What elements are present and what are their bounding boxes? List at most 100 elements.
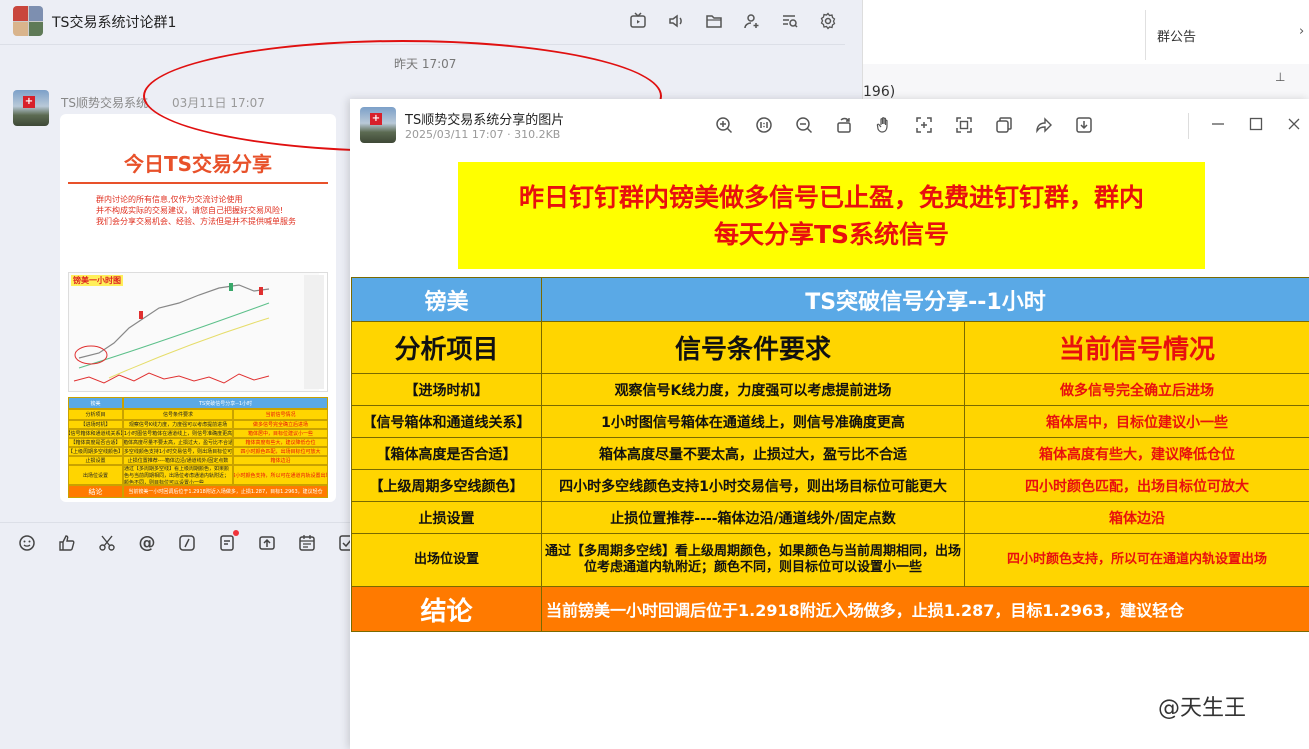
thumbnail-table-row: 出场位设置 通过【多周期多空线】看上级周期颜色，如果颜色与当前周期相同，出场位考… (68, 465, 328, 485)
viewer-sender-avatar: + (360, 107, 396, 143)
thumbnail-table-row: 止损设置 止损位置推荐----箱体边沿/通道线外/固定点数 箱体边沿 (68, 456, 328, 465)
thumbnail-cell: 观察信号K线力度，力度强可以考虑提前进场 (123, 420, 233, 429)
settings-icon[interactable] (818, 11, 838, 31)
banner-line-2: 每天分享TS系统信号 (713, 219, 950, 249)
background-window-divider (1145, 10, 1146, 60)
table-row: 【上级周期多空线颜色】 四小时多空线颜色支持1小时交易信号，则出场目标位可能更大… (351, 469, 1309, 502)
share-icon[interactable] (1034, 115, 1054, 135)
composer-toolbar: @ (17, 530, 357, 553)
crop-icon[interactable] (914, 115, 934, 135)
thumbnail-table-row: 分析项目 信号条件要求 当前信号情况 (68, 409, 328, 420)
table-row: 【信号箱体和通道线关系】 1小时图信号箱体在通道线上，则信号准确度更高 箱体居中… (351, 405, 1309, 438)
ocr-icon[interactable] (954, 115, 974, 135)
thumbnail-cell: 当前信号情况 (233, 409, 328, 420)
thumbnail-table-row: 【上级周期多空线颜色】 四小时多空线颜色支持1小时交易信号，则出场目标位可能更大… (68, 447, 328, 456)
image-message-thumbnail[interactable]: 今日TS交易分享 群内讨论的所有信息,仅作为交流讨论使用 并不构成实际的交易建议… (60, 114, 336, 502)
column-item: 分析项目 (351, 321, 542, 374)
thumbnail-table-row: 【信号箱体和通道线关系】 1小时图信号箱体在通道线上，则信号准确度更高 箱体居中… (68, 429, 328, 438)
copy-icon[interactable] (994, 115, 1014, 135)
group-avatar[interactable] (13, 6, 43, 36)
folder-icon[interactable] (704, 11, 724, 31)
thumbnail-chart: 镑美一小时图 (68, 272, 328, 392)
scissors-icon[interactable] (97, 533, 117, 553)
thumbnail-cell: 1小时图信号箱体在通道线上，则信号准确度更高 (123, 429, 233, 438)
conclusion-label: 结论 (351, 586, 542, 632)
thumbnail-cell: 出场位设置 (68, 465, 123, 485)
minimize-icon[interactable] (1208, 114, 1228, 134)
search-history-icon[interactable] (780, 11, 800, 31)
rotate-icon[interactable] (834, 115, 854, 135)
close-icon[interactable] (1284, 114, 1304, 134)
thumbnail-cell: 当前镑美一小时回调后位于1.2918附近入场做多，止损1.287，目标1.296… (123, 485, 328, 498)
column-condition: 信号条件要求 (541, 321, 965, 374)
thumbnail-table: 镑美 TS突破信号分享--1小时 分析项目 信号条件要求 当前信号情况 【进场时… (68, 397, 328, 498)
row-status: 做多信号完全确立后进场 (963, 373, 1309, 406)
thumbnail-table-row: 【进场时机】 观察信号K线力度，力度强可以考虑提前进场 做多信号完全确立后进场 (68, 420, 328, 429)
upload-icon[interactable] (257, 533, 277, 553)
row-status: 箱体边沿 (963, 501, 1309, 534)
chevron-right-icon[interactable]: › (1299, 24, 1304, 39)
background-partial-text: 196) (863, 84, 896, 100)
thumbnail-cell: 箱体边沿 (233, 456, 328, 465)
window-controls (1208, 114, 1304, 134)
speaker-icon[interactable] (666, 11, 686, 31)
thumbnail-cell: 四小时颜色支持，所以可在通道内轨设置出场 (233, 465, 328, 485)
thumbnail-cell: 通过【多周期多空线】看上级周期颜色，如果颜色与当前周期相同，出场位考虑通道内轨附… (123, 465, 233, 485)
note-icon[interactable] (217, 530, 239, 553)
maximize-icon[interactable] (1246, 114, 1266, 134)
watermark: @天生王 (1158, 696, 1247, 721)
thumbnail-chart-label: 镑美一小时图 (71, 275, 123, 286)
thumbnail-cell: 结论 (68, 485, 123, 498)
thumbnail-note-line: 群内讨论的所有信息,仅作为交流讨论使用 (96, 195, 243, 204)
banner-line-1: 昨日钉钉群内镑美做多信号已止盈，免费进钉钉群，群内 (518, 182, 1144, 212)
pin-icon[interactable]: ⊥ (1275, 70, 1285, 84)
row-condition: 箱体高度尽量不要太高，止损过大，盈亏比不合适 (541, 437, 965, 470)
image-viewer-window: + TS顺势交易系统分享的图片 2025/03/11 17:07 · 310.2… (350, 99, 1309, 749)
thumbnail-note-line: 我们会分享交易机会、经验、方法但是并不提供喊单服务 (96, 217, 296, 226)
row-item: 【箱体高度是否合适】 (351, 437, 542, 470)
sender-avatar[interactable]: + (13, 90, 49, 126)
poster-banner-text: 昨日钉钉群内镑美做多信号已止盈，免费进钉钉群，群内 每天分享TS系统信号 (462, 179, 1202, 253)
viewer-title: TS顺势交易系统分享的图片 (405, 113, 565, 128)
thumbnail-rule (68, 182, 328, 184)
thumbnail-cell: 分析项目 (68, 409, 123, 420)
download-icon[interactable] (1074, 115, 1094, 135)
actual-size-icon[interactable] (754, 115, 774, 135)
chat-title[interactable]: TS交易系统讨论群1 (52, 12, 176, 32)
thumbnail-cell: 箱体高度有些大，建议降低仓位 (233, 438, 328, 447)
thumbnail-table-row: 镑美 TS突破信号分享--1小时 (68, 397, 328, 409)
row-status: 箱体高度有些大，建议降低仓位 (963, 437, 1309, 470)
header-divider (0, 44, 845, 45)
row-item: 【上级周期多空线颜色】 (351, 469, 542, 502)
poster-banner: 昨日钉钉群内镑美做多信号已止盈，免费进钉钉群，群内 每天分享TS系统信号 (458, 162, 1205, 269)
add-member-icon[interactable] (742, 11, 762, 31)
background-window-header (863, 0, 1309, 64)
thumbnail-cell: 【进场时机】 (68, 420, 123, 429)
emoji-icon[interactable] (17, 533, 37, 553)
thumbnail-table-row: 结论 当前镑美一小时回调后位于1.2918附近入场做多，止损1.287，目标1.… (68, 485, 328, 498)
tv-icon[interactable] (628, 11, 648, 31)
thumbnail-note: 群内讨论的所有信息,仅作为交流讨论使用 并不构成实际的交易建议，请您自己把握好交… (96, 194, 326, 227)
hand-icon[interactable] (874, 115, 894, 135)
chat-header-icons (628, 11, 838, 31)
row-item: 【信号箱体和通道线关系】 (351, 405, 542, 438)
slash-icon[interactable] (177, 533, 197, 553)
column-status: 当前信号情况 (963, 321, 1309, 374)
viewer-meta: 2025/03/11 17:07 · 310.2KB (405, 128, 561, 141)
row-condition: 四小时多空线颜色支持1小时交易信号，则出场目标位可能更大 (541, 469, 965, 502)
thumbnail-cell: 信号条件要求 (123, 409, 233, 420)
table-column-row: 分析项目 信号条件要求 当前信号情况 (351, 321, 1309, 374)
zoom-out-icon[interactable] (794, 115, 814, 135)
calendar-icon[interactable] (297, 533, 317, 553)
thumbnail-cell: 四小时多空线颜色支持1小时交易信号，则出场目标位可能更大 (123, 447, 233, 456)
row-condition: 观察信号K线力度，力度强可以考虑提前进场 (541, 373, 965, 406)
thumbs-up-icon[interactable] (57, 533, 77, 553)
group-notice-label[interactable]: 群公告 (1157, 26, 1196, 45)
at-icon[interactable]: @ (137, 533, 157, 553)
table-row: 【箱体高度是否合适】 箱体高度尽量不要太高，止损过大，盈亏比不合适 箱体高度有些… (351, 437, 1309, 470)
thumbnail-cell: TS突破信号分享--1小时 (123, 397, 328, 409)
sender-name[interactable]: TS顺势交易系统 (61, 94, 148, 111)
row-status: 四小时颜色匹配，出场目标位可放大 (963, 469, 1309, 502)
header-title: TS突破信号分享--1小时 (540, 277, 1309, 322)
zoom-in-icon[interactable] (714, 115, 734, 135)
